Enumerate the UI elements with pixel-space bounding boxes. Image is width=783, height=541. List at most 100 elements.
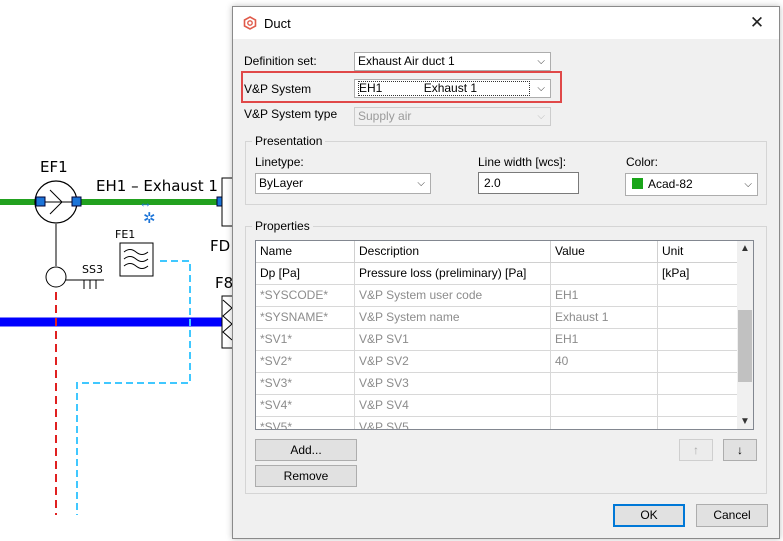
cell-name[interactable]: Dp [Pa] — [256, 263, 355, 285]
color-dropdown[interactable]: Acad-82 ⌵ — [625, 173, 758, 196]
table-row[interactable]: *SV3* V&P SV3 — [256, 373, 739, 395]
definition-set-value: Exhaust Air duct 1 — [358, 54, 455, 68]
ss3-label: SS3 — [82, 263, 103, 276]
asterisk-grip-icon[interactable]: ✲ — [143, 210, 156, 227]
vp-system-type-label: V&P System type — [244, 107, 338, 121]
table-row[interactable]: *SV5* V&P SV5 — [256, 417, 739, 429]
ef1-label: EF1 — [40, 158, 68, 176]
scroll-down-icon[interactable]: ▼ — [740, 416, 750, 427]
vp-system-focus-box: EH1 Exhaust 1 — [358, 81, 530, 96]
cell-unit[interactable] — [658, 417, 739, 429]
ok-button[interactable]: OK — [613, 504, 685, 527]
vp-system-dropdown[interactable]: EH1 Exhaust 1 ⌵ — [354, 79, 551, 98]
cell-name[interactable]: *SV1* — [256, 329, 355, 351]
dialog-title: Duct — [264, 16, 291, 31]
cell-description[interactable]: Pressure loss (preliminary) [Pa] — [355, 263, 551, 285]
duct-dialog: Duct ✕ Definition set: Exhaust Air duct … — [232, 6, 780, 539]
cell-description[interactable]: V&P SV5 — [355, 417, 551, 429]
cell-description[interactable]: V&P SV4 — [355, 395, 551, 417]
cell-unit[interactable] — [658, 307, 739, 329]
vp-system-type-dropdown: Supply air ⌵ — [354, 107, 551, 126]
cell-value[interactable]: 40 — [551, 351, 658, 373]
linewidth-label: Line width [wcs]: — [478, 155, 567, 169]
cell-value[interactable] — [551, 417, 658, 429]
definition-set-dropdown[interactable]: Exhaust Air duct 1 ⌵ — [354, 52, 551, 71]
properties-scrollbar[interactable]: ▲ ▼ — [737, 241, 753, 429]
linewidth-value: 2.0 — [484, 176, 501, 190]
cell-description[interactable]: V&P SV3 — [355, 373, 551, 395]
cell-value[interactable]: Exhaust 1 — [551, 307, 658, 329]
cell-name[interactable]: *SV3* — [256, 373, 355, 395]
table-row[interactable]: Dp [Pa] Pressure loss (preliminary) [Pa]… — [256, 263, 739, 285]
vp-system-label: V&P System — [244, 82, 312, 96]
app-hexagon-icon — [243, 16, 257, 30]
scroll-up-icon[interactable]: ▲ — [740, 243, 750, 254]
cell-unit[interactable] — [658, 351, 739, 373]
add-button[interactable]: Add... — [255, 439, 357, 461]
cell-unit[interactable] — [658, 329, 739, 351]
cell-unit[interactable]: [kPa] — [658, 263, 739, 285]
color-value: Acad-82 — [648, 177, 693, 191]
cell-name[interactable]: *SV4* — [256, 395, 355, 417]
cell-value[interactable] — [551, 263, 658, 285]
properties-title: Properties — [252, 219, 313, 233]
ss3-sensor-icon — [66, 279, 104, 289]
color-label: Color: — [626, 155, 659, 169]
color-swatch — [632, 178, 643, 189]
cell-description[interactable]: V&P System user code — [355, 285, 551, 307]
chevron-down-icon: ⌵ — [537, 111, 545, 122]
title-bar[interactable]: Duct ✕ — [233, 7, 779, 39]
move-down-button[interactable]: ↓ — [723, 439, 757, 461]
chevron-down-icon: ⌵ — [417, 178, 425, 189]
chevron-down-icon: ⌵ — [537, 56, 545, 67]
linetype-value: ByLayer — [259, 176, 304, 190]
column-header-description[interactable]: Description — [355, 241, 551, 263]
linetype-label: Linetype: — [255, 155, 304, 169]
table-row[interactable]: *SV4* V&P SV4 — [256, 395, 739, 417]
table-row[interactable]: *SYSNAME* V&P System name Exhaust 1 — [256, 307, 739, 329]
close-button[interactable]: ✕ — [735, 7, 779, 39]
linetype-dropdown[interactable]: ByLayer ⌵ — [255, 173, 431, 194]
cell-name[interactable]: *SYSCODE* — [256, 285, 355, 307]
cell-value[interactable]: EH1 — [551, 329, 658, 351]
cell-unit[interactable] — [658, 373, 739, 395]
cell-unit[interactable] — [658, 395, 739, 417]
cell-value[interactable]: EH1 — [551, 285, 658, 307]
vp-system-type-value: Supply air — [358, 109, 412, 123]
properties-table: Name Description Value Unit Dp [Pa] Pres… — [255, 240, 754, 430]
table-row[interactable]: *SV2* V&P SV2 40 — [256, 351, 739, 373]
table-row[interactable]: *SYSCODE* V&P System user code EH1 — [256, 285, 739, 307]
close-icon: ✕ — [749, 13, 765, 32]
column-header-value[interactable]: Value — [551, 241, 658, 263]
definition-set-label: Definition set: — [244, 54, 317, 68]
arrow-down-icon: ↓ — [737, 443, 743, 457]
cell-description[interactable]: V&P System name — [355, 307, 551, 329]
table-row[interactable]: *SV1* V&P SV1 EH1 — [256, 329, 739, 351]
cell-name[interactable]: *SV2* — [256, 351, 355, 373]
cyan-dashed-duct[interactable] — [76, 260, 191, 515]
column-header-name[interactable]: Name — [256, 241, 355, 263]
column-header-unit[interactable]: Unit — [658, 241, 739, 263]
move-grip-icon[interactable]: ↔ — [139, 195, 152, 210]
cell-description[interactable]: V&P SV2 — [355, 351, 551, 373]
ss3-symbol[interactable] — [45, 266, 67, 288]
duct-label: EH1 – Exhaust 1 — [96, 177, 218, 195]
cell-description[interactable]: V&P SV1 — [355, 329, 551, 351]
grip-square-right[interactable] — [71, 196, 82, 207]
arrow-up-icon: ↑ — [693, 443, 699, 457]
cell-value[interactable] — [551, 395, 658, 417]
presentation-title: Presentation — [252, 134, 326, 148]
table-header-row: Name Description Value Unit — [256, 241, 739, 263]
vp-system-name: Exhaust 1 — [423, 81, 478, 95]
cell-unit[interactable] — [658, 285, 739, 307]
chevron-down-icon: ⌵ — [537, 83, 545, 94]
cell-name[interactable]: *SV5* — [256, 417, 355, 429]
cell-name[interactable]: *SYSNAME* — [256, 307, 355, 329]
linewidth-input[interactable]: 2.0 — [478, 172, 579, 194]
scrollbar-thumb[interactable] — [738, 310, 752, 382]
cell-value[interactable] — [551, 373, 658, 395]
fe1-label: FE1 — [115, 228, 135, 241]
remove-button[interactable]: Remove — [255, 465, 357, 487]
grip-square-left[interactable] — [35, 196, 46, 207]
cancel-button[interactable]: Cancel — [696, 504, 768, 527]
